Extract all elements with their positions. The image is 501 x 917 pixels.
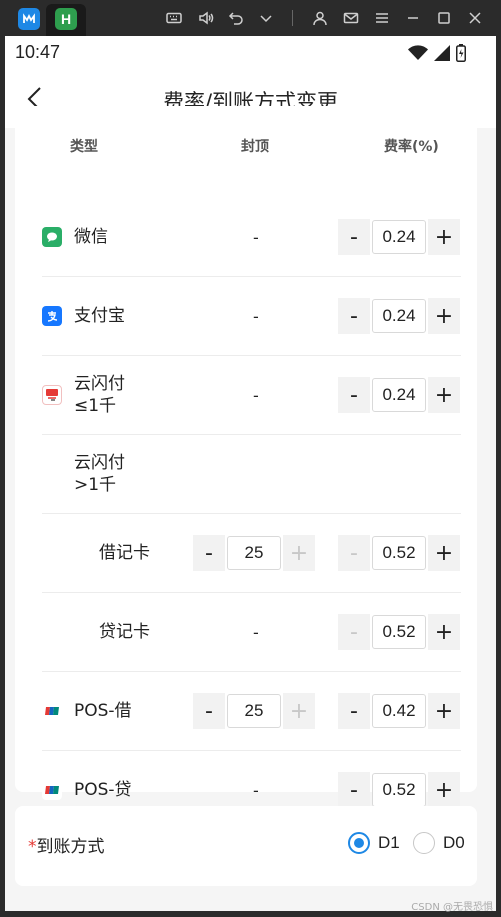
rate-input[interactable]: 0.24 — [372, 299, 426, 333]
cap-value: - — [253, 622, 259, 642]
mail-icon[interactable] — [341, 8, 361, 28]
cap-increase-button[interactable]: + — [283, 693, 315, 729]
rate-decrease-button[interactable]: - — [338, 535, 370, 571]
payment-type-label: 云闪付 >1千 — [74, 453, 125, 495]
volume-icon[interactable] — [196, 8, 216, 28]
unionpay-card-icon — [42, 780, 62, 800]
status-time: 10:47 — [15, 42, 61, 62]
payment-type-label: POS-借 — [74, 701, 132, 721]
rate-row-alipay: 支付宝 - - 0.24 + — [42, 277, 461, 356]
cap-stepper[interactable]: - 25 + — [193, 693, 315, 729]
rate-row-unionpay-large: 云闪付 >1千 — [42, 435, 461, 514]
rate-row-wechat: 微信 - - 0.24 + — [42, 198, 461, 277]
maximize-icon[interactable] — [434, 8, 454, 28]
payment-type-label: 云闪付 ≤1千 — [74, 374, 125, 416]
cap-stepper[interactable]: - 25 + — [193, 535, 315, 571]
cap-value: - — [253, 227, 259, 247]
wifi-icon — [408, 45, 428, 60]
rate-stepper[interactable]: - 0.52 + — [338, 772, 460, 808]
keyboard-icon[interactable] — [164, 8, 184, 28]
payment-type-label: 支付宝 — [74, 306, 125, 326]
rate-input[interactable]: 0.42 — [372, 694, 426, 728]
radio-label: D1 — [378, 833, 400, 852]
header-cap: 封顶 — [241, 139, 269, 155]
rate-input[interactable]: 0.24 — [372, 220, 426, 254]
cap-decrease-button[interactable]: - — [193, 693, 225, 729]
rate-decrease-button[interactable]: - — [338, 772, 370, 808]
status-bar: 10:47 — [5, 36, 496, 70]
minimize-icon[interactable] — [403, 8, 423, 28]
unionpay-card-icon — [42, 701, 62, 721]
battery-icon — [456, 44, 466, 62]
header-type: 类型 — [70, 139, 98, 155]
rate-increase-button[interactable]: + — [428, 298, 460, 334]
rate-increase-button[interactable]: + — [428, 219, 460, 255]
rate-input[interactable]: 0.52 — [372, 536, 426, 570]
radio-label: D0 — [443, 833, 465, 852]
rate-increase-button[interactable]: + — [428, 772, 460, 808]
cap-value: - — [253, 385, 259, 405]
rate-stepper[interactable]: - 0.42 + — [338, 693, 460, 729]
menu-icon[interactable] — [372, 8, 392, 28]
rate-row-pos-debit: POS-借 - 25 + - 0.42 + — [42, 672, 461, 751]
rate-input[interactable]: 0.52 — [372, 615, 426, 649]
payment-type-label: 贷记卡 — [99, 622, 150, 642]
rate-stepper[interactable]: - 0.24 + — [338, 377, 460, 413]
h-app-icon[interactable]: H — [55, 8, 77, 30]
user-icon[interactable] — [310, 8, 330, 28]
rate-decrease-button[interactable]: - — [338, 219, 370, 255]
rate-decrease-button[interactable]: - — [338, 693, 370, 729]
radio-d1[interactable]: D1 — [348, 832, 400, 854]
payment-type-label: 借记卡 — [99, 543, 150, 563]
rate-stepper[interactable]: - 0.52 + — [338, 535, 460, 571]
cap-value: - — [253, 306, 259, 326]
cap-input[interactable]: 25 — [227, 694, 281, 728]
rate-decrease-button[interactable]: - — [338, 377, 370, 413]
required-asterisk: * — [28, 837, 37, 857]
rate-increase-button[interactable]: + — [428, 614, 460, 650]
watermark: CSDN @无畏恐惧 — [411, 902, 493, 913]
alipay-icon — [42, 306, 62, 326]
rate-stepper[interactable]: - 0.24 + — [338, 219, 460, 255]
cap-input[interactable]: 25 — [227, 536, 281, 570]
signal-icon — [434, 45, 450, 61]
rate-stepper[interactable]: - 0.52 + — [338, 614, 460, 650]
rate-row-credit-card: 贷记卡 - - 0.52 + — [42, 593, 461, 672]
header-rate: 费率(%) — [384, 139, 439, 155]
rate-increase-button[interactable]: + — [428, 693, 460, 729]
rate-increase-button[interactable]: + — [428, 535, 460, 571]
toolbar-divider — [292, 10, 293, 26]
close-icon[interactable] — [465, 8, 485, 28]
rate-decrease-button[interactable]: - — [338, 614, 370, 650]
unionpay-app-icon — [42, 385, 62, 405]
rate-row-debit-card: 借记卡 - 25 + - 0.52 + — [42, 514, 461, 593]
rate-input[interactable]: 0.52 — [372, 773, 426, 807]
radio-unselected-icon[interactable] — [413, 832, 435, 854]
chevron-down-icon[interactable] — [256, 8, 276, 28]
payment-type-label: POS-贷 — [74, 780, 132, 800]
rate-decrease-button[interactable]: - — [338, 298, 370, 334]
cap-decrease-button[interactable]: - — [193, 535, 225, 571]
rate-stepper[interactable]: - 0.24 + — [338, 298, 460, 334]
cap-increase-button[interactable]: + — [283, 535, 315, 571]
m-logo-icon[interactable] — [18, 8, 40, 30]
rate-increase-button[interactable]: + — [428, 377, 460, 413]
radio-selected-icon[interactable] — [348, 832, 370, 854]
radio-d0[interactable]: D0 — [413, 832, 465, 854]
rate-row-unionpay-small: 云闪付 ≤1千 - - 0.24 + — [42, 356, 461, 435]
settlement-label: *到账方式 — [28, 837, 105, 857]
rate-input[interactable]: 0.24 — [372, 378, 426, 412]
undo-icon[interactable] — [226, 8, 246, 28]
payment-type-label: 微信 — [74, 227, 108, 247]
wechat-icon — [42, 227, 62, 247]
window-titlebar: H — [0, 0, 501, 36]
